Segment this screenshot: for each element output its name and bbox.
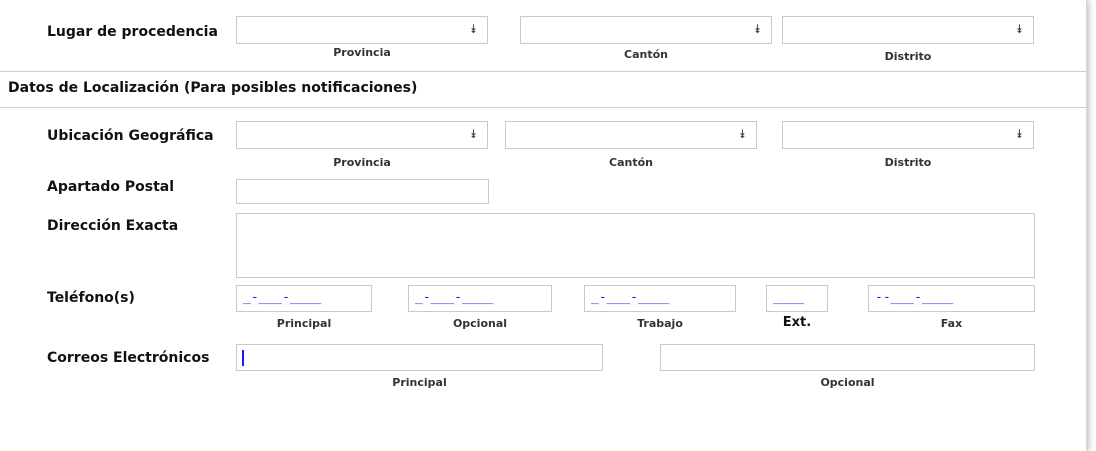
- divider: [0, 107, 1086, 108]
- email-principal-input[interactable]: [236, 344, 603, 371]
- form-panel: Lugar de procedencia ⯯ Provincia ⯯ Cantó…: [0, 0, 1087, 451]
- phone-fax-input[interactable]: --___-____: [868, 285, 1035, 312]
- location-distrito-caption: Distrito: [884, 156, 932, 169]
- phone-opcional-input[interactable]: _-___-____: [408, 285, 552, 312]
- email-opcional-input[interactable]: [660, 344, 1035, 371]
- location-provincia-caption: Provincia: [333, 156, 391, 169]
- phone-fax-caption: Fax: [940, 317, 963, 330]
- location-distrito-select[interactable]: ⯯: [782, 121, 1034, 149]
- divider: [0, 71, 1086, 72]
- origin-provincia-caption: Provincia: [333, 46, 391, 59]
- phone-trabajo-caption: Trabajo: [637, 317, 683, 330]
- chevron-double-down-icon: ⯯: [1015, 22, 1023, 36]
- address-label: Dirección Exacta: [47, 218, 179, 234]
- phone-trabajo-input[interactable]: _-___-____: [584, 285, 736, 312]
- origin-label: Lugar de procedencia: [47, 24, 218, 40]
- phone-fax-mask: --___-____: [875, 290, 954, 305]
- location-provincia-select[interactable]: ⯯: [236, 121, 488, 149]
- phone-principal-input[interactable]: _-___-____: [236, 285, 372, 312]
- origin-distrito-select[interactable]: ⯯: [782, 16, 1034, 44]
- phone-trabajo-mask: _-___-____: [591, 290, 670, 305]
- email-opcional-caption: Opcional: [820, 376, 875, 389]
- phone-ext-caption: Ext.: [782, 315, 812, 330]
- emails-label: Correos Electrónicos: [47, 350, 210, 366]
- postal-label: Apartado Postal: [47, 179, 175, 195]
- postal-input[interactable]: [236, 179, 489, 204]
- chevron-double-down-icon: ⯯: [753, 22, 761, 36]
- section-title: Datos de Localización (Para posibles not…: [8, 80, 418, 96]
- address-textarea[interactable]: [236, 213, 1035, 278]
- chevron-double-down-icon: ⯯: [738, 127, 746, 141]
- phone-principal-mask: _-___-____: [243, 290, 322, 305]
- phone-opcional-caption: Opcional: [452, 317, 508, 330]
- chevron-double-down-icon: ⯯: [469, 127, 477, 141]
- origin-canton-select[interactable]: ⯯: [520, 16, 772, 44]
- phone-ext-input[interactable]: ____: [766, 285, 828, 312]
- phone-ext-mask: ____: [773, 290, 805, 305]
- origin-distrito-caption: Distrito: [884, 50, 932, 63]
- location-canton-caption: Cantón: [609, 156, 653, 169]
- phones-label: Teléfono(s): [47, 290, 135, 306]
- origin-canton-caption: Cantón: [624, 48, 668, 61]
- location-canton-select[interactable]: ⯯: [505, 121, 757, 149]
- chevron-double-down-icon: ⯯: [1015, 127, 1023, 141]
- text-cursor: [242, 350, 244, 366]
- origin-provincia-select[interactable]: ⯯: [236, 16, 488, 44]
- chevron-double-down-icon: ⯯: [469, 22, 477, 36]
- location-label: Ubicación Geográfica: [47, 128, 214, 144]
- phone-principal-caption: Principal: [276, 317, 332, 330]
- phone-opcional-mask: _-___-____: [415, 290, 494, 305]
- email-principal-caption: Principal: [392, 376, 447, 389]
